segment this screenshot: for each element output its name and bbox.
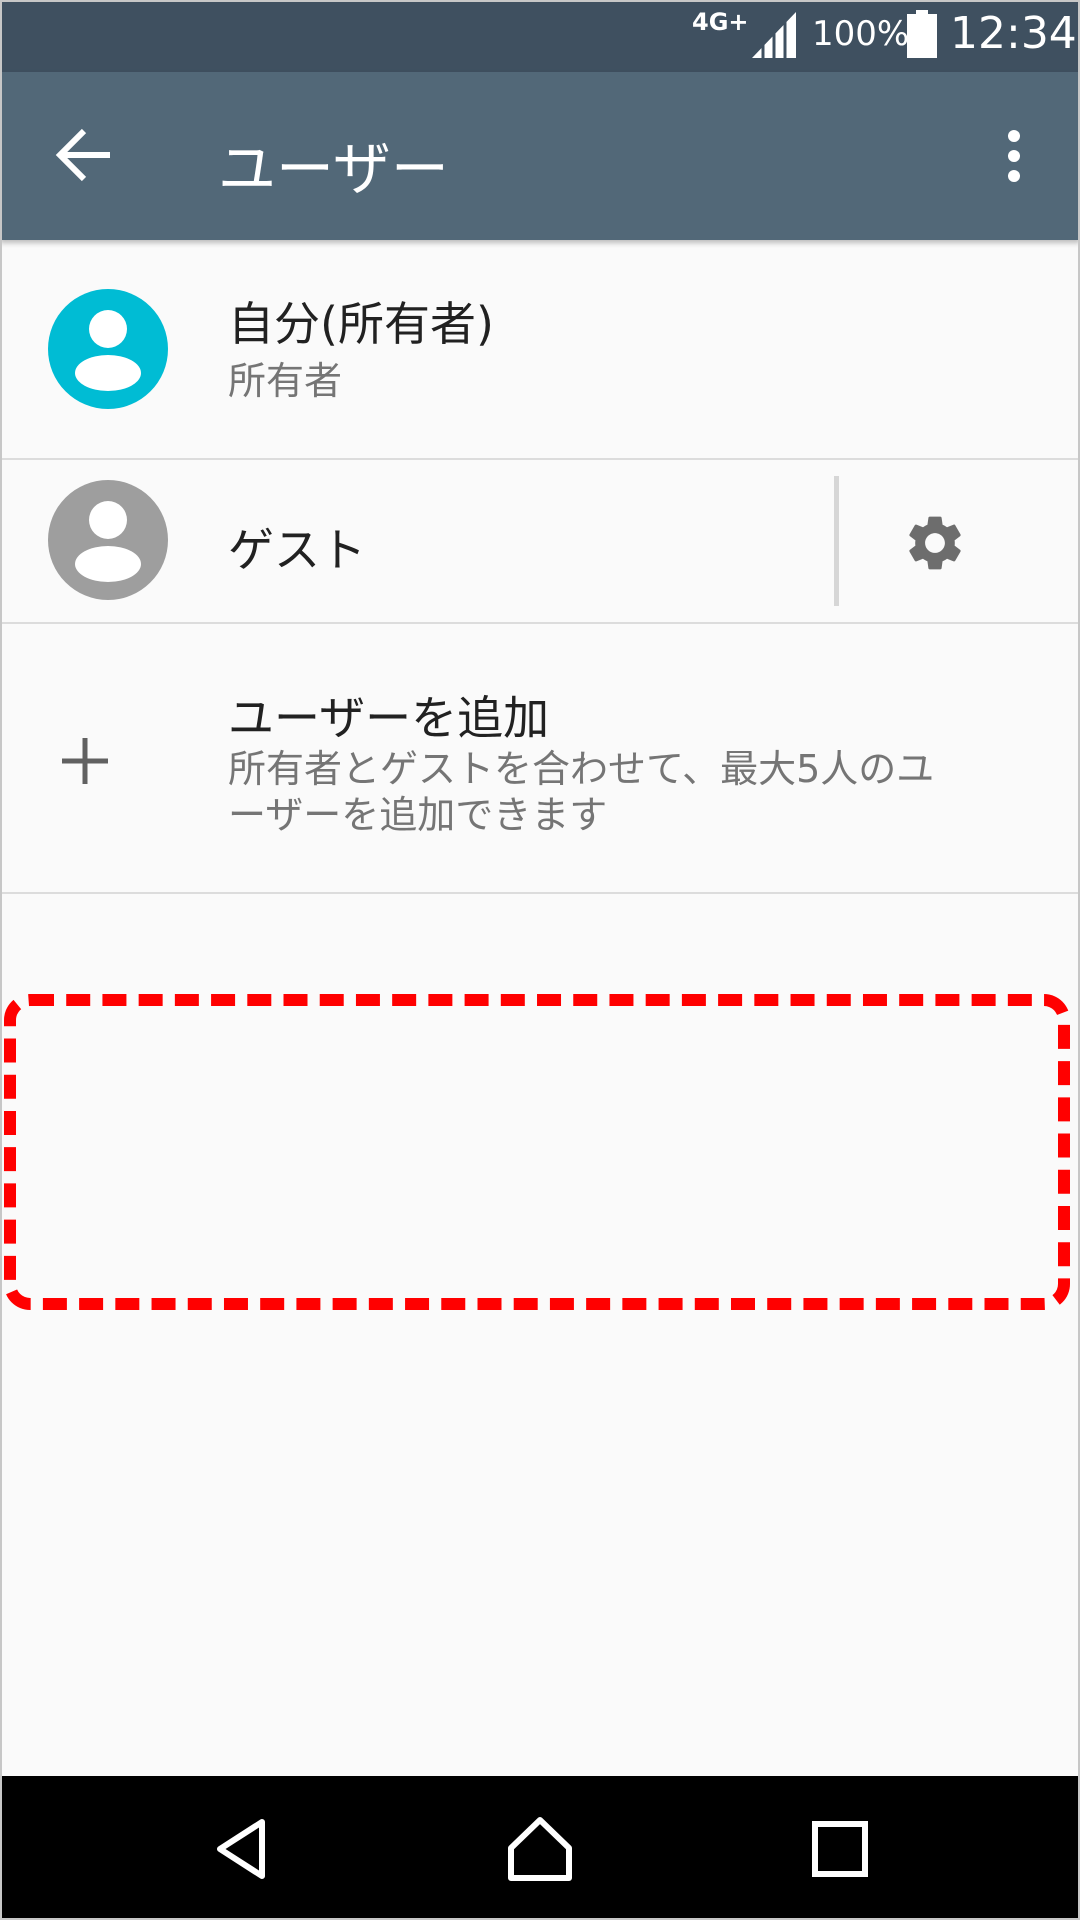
user-row-owner[interactable]: 自分(所有者) 所有者 xyxy=(0,240,1080,458)
navigation-bar xyxy=(0,1776,1080,1920)
network-type: 4G+ xyxy=(692,8,749,36)
page-title: ユーザー xyxy=(218,135,449,203)
plus-icon xyxy=(62,738,108,784)
add-user-row[interactable]: ユーザーを追加 所有者とゲストを合わせて、最大5人のユ ーザーを追加できます xyxy=(0,624,1080,892)
avatar xyxy=(48,480,168,600)
gear-icon[interactable] xyxy=(902,510,968,576)
more-vert-icon[interactable] xyxy=(994,128,1034,184)
battery-icon xyxy=(907,10,937,58)
back-triangle-icon[interactable] xyxy=(206,1814,276,1884)
avatar xyxy=(48,289,168,409)
recents-icon[interactable] xyxy=(805,1814,875,1884)
divider xyxy=(0,892,1080,894)
add-user-description-line2: ーザーを追加できます xyxy=(228,793,608,837)
status-bar: 4G+ 100% 12:34 xyxy=(0,0,1080,72)
clock: 12:34 xyxy=(950,8,1077,59)
battery-percent: 100% xyxy=(812,14,910,54)
home-icon[interactable] xyxy=(505,1814,575,1884)
vertical-divider xyxy=(834,476,839,606)
add-user-description-line1: 所有者とゲストを合わせて、最大5人のユ xyxy=(228,747,935,791)
back-arrow-icon[interactable] xyxy=(52,122,118,188)
user-role: 所有者 xyxy=(228,359,343,403)
add-user-title: ユーザーを追加 xyxy=(228,691,550,745)
user-name: ゲスト xyxy=(228,523,366,577)
user-name: 自分(所有者) xyxy=(228,297,494,351)
highlight-box xyxy=(4,994,1070,1310)
app-bar: ユーザー xyxy=(0,72,1080,240)
signal-icon xyxy=(752,12,796,58)
